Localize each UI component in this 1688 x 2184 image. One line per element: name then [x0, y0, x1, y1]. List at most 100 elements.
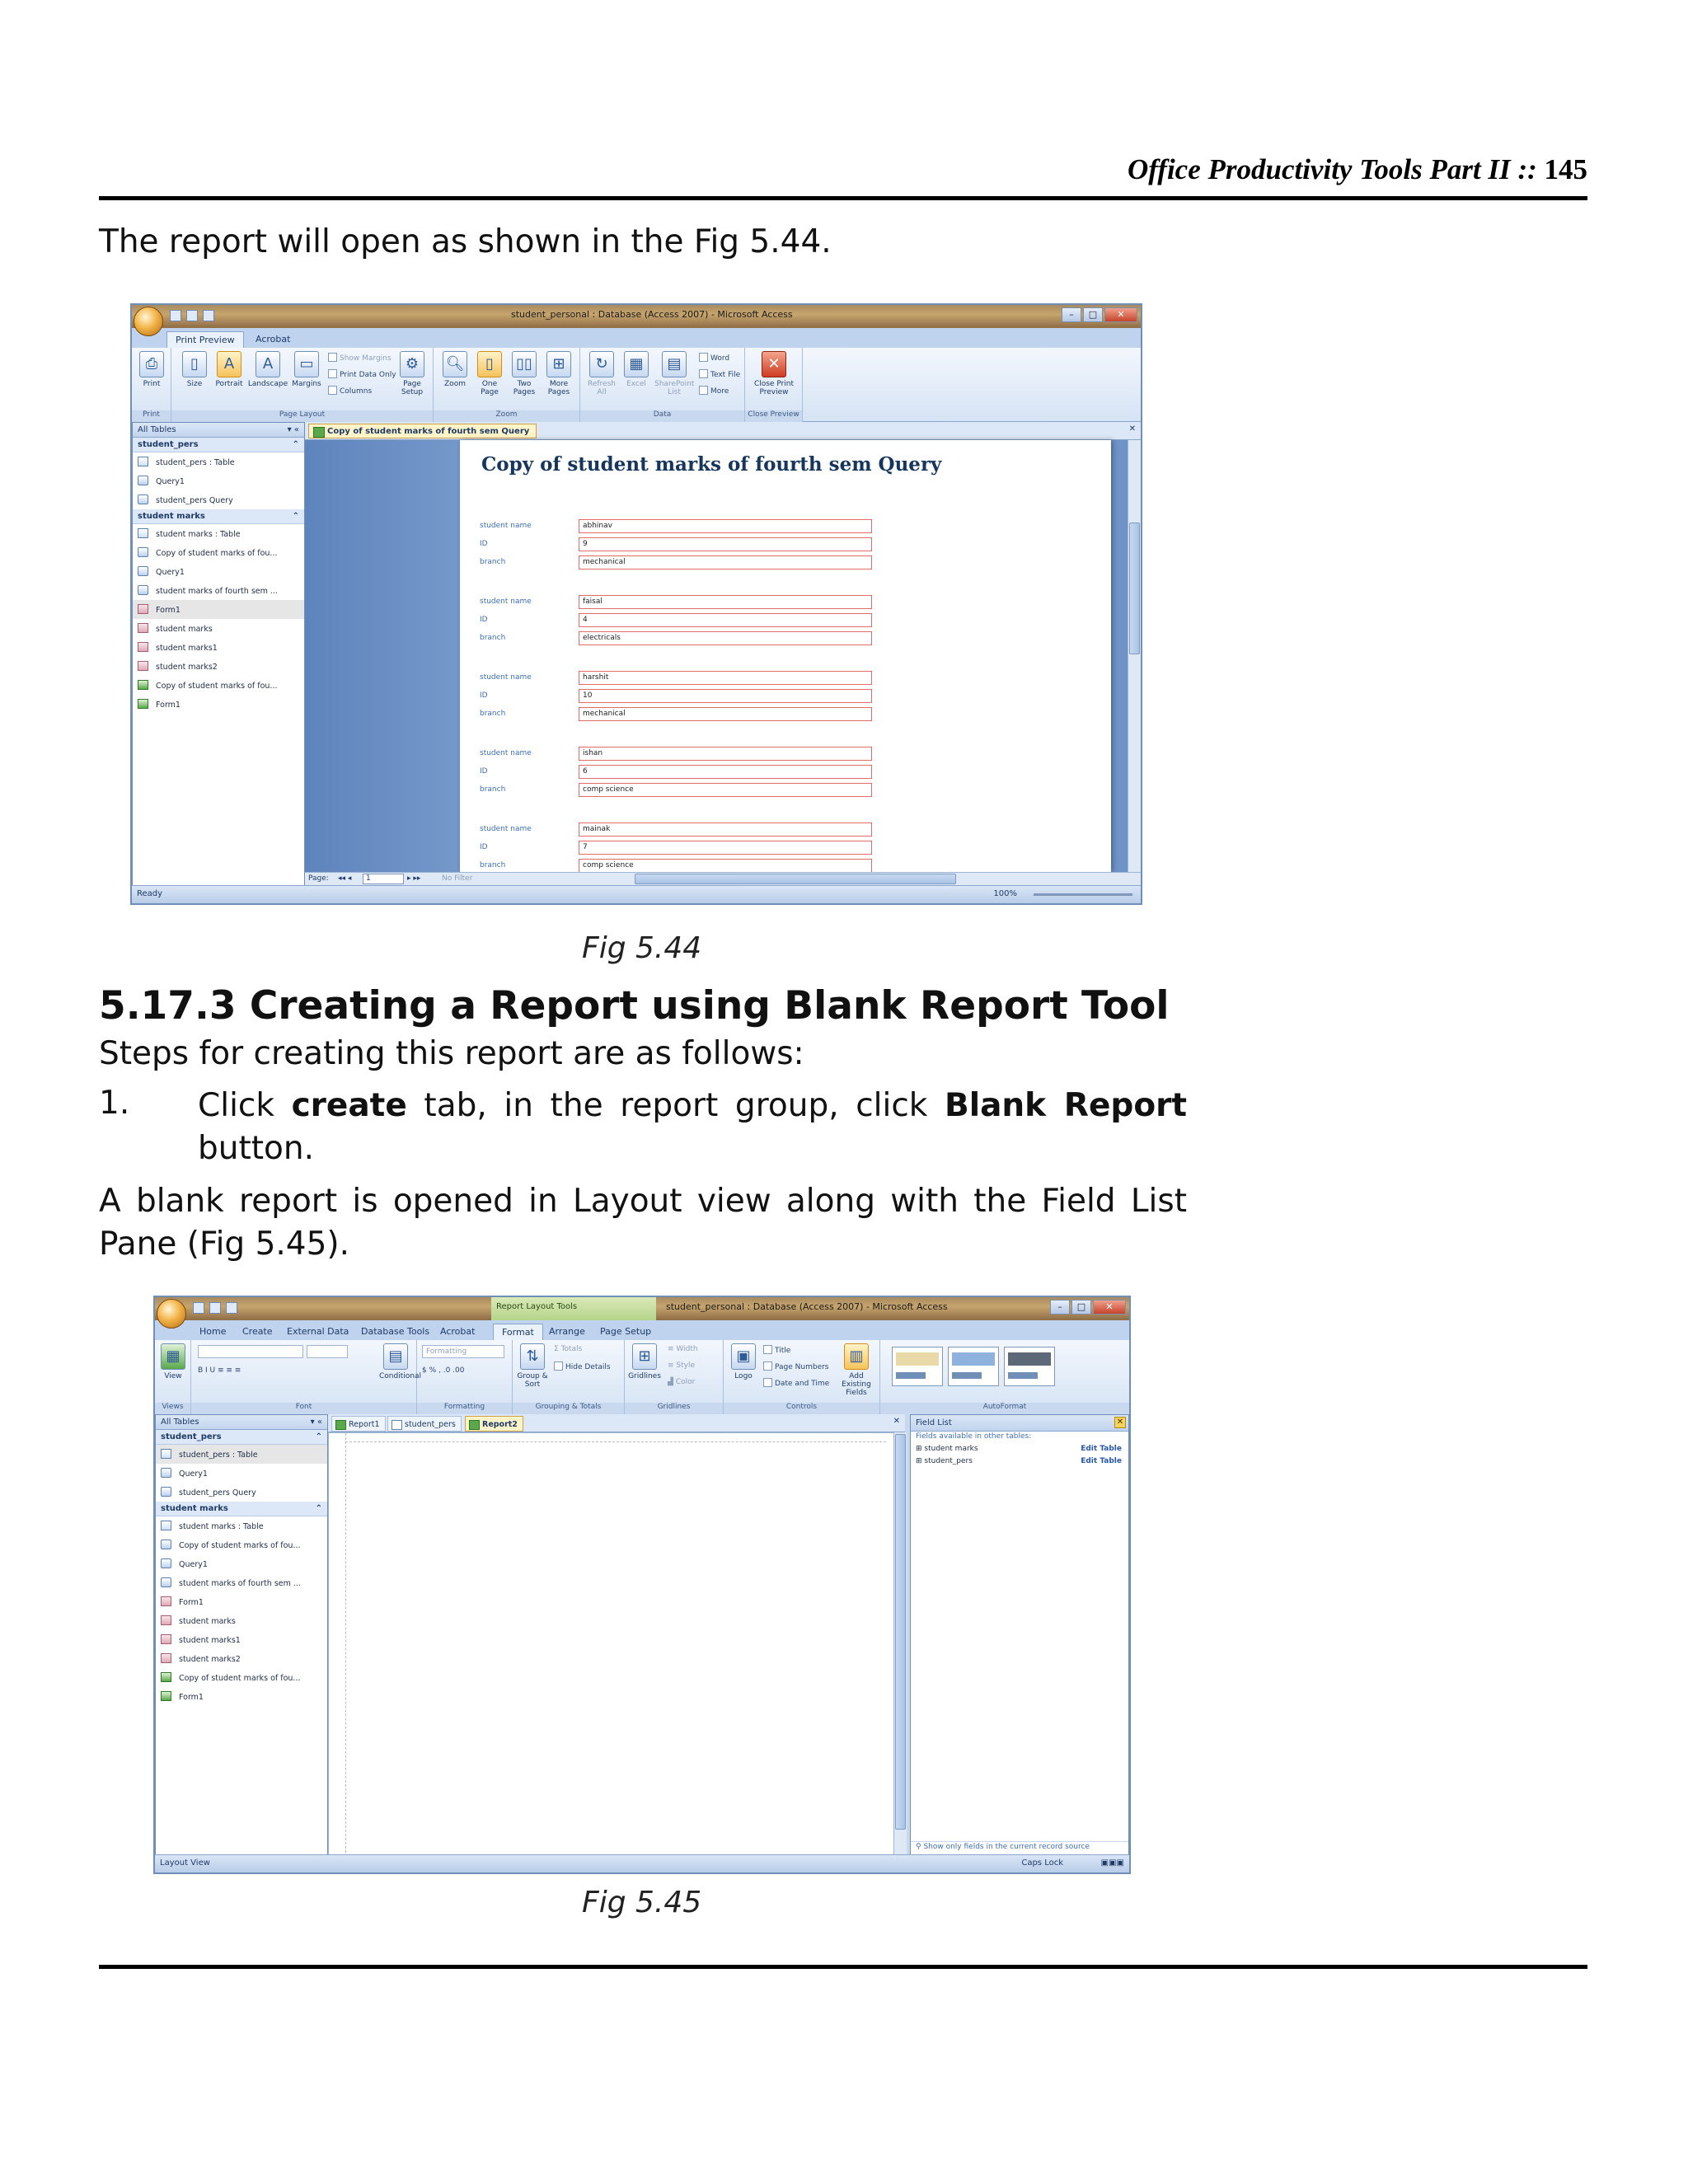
nav-item[interactable]: student_pers : Table [133, 452, 304, 471]
nav-item[interactable]: student marks1 [156, 1630, 327, 1649]
tab-format[interactable]: Format [493, 1324, 543, 1340]
field-value[interactable]: 6 [579, 765, 872, 779]
nav-group-student-pers[interactable]: student_pers ⌃ [156, 1430, 327, 1445]
edit-table-link[interactable]: Edit Table [1081, 1445, 1122, 1453]
nav-item[interactable]: student marks [156, 1611, 327, 1630]
field-value[interactable]: 9 [579, 537, 872, 551]
tab-student-pers[interactable]: student_pers [387, 1416, 462, 1432]
close-button[interactable]: ✕ [1104, 307, 1137, 322]
bold-italic-underline-buttons[interactable]: B I U ≡ ≡ ≡ [198, 1366, 241, 1375]
save-icon[interactable] [193, 1302, 204, 1314]
formatting-select[interactable]: Formatting [422, 1345, 504, 1358]
autoformat-option[interactable] [892, 1347, 943, 1386]
view-button[interactable]: ▦ View [157, 1343, 190, 1380]
sharepoint-list-button[interactable]: ▤ SharePoint List [654, 351, 694, 396]
field-value[interactable]: comp science [579, 859, 872, 873]
columns-button[interactable]: Columns [328, 386, 372, 396]
field-value[interactable]: comp science [579, 783, 872, 797]
size-button[interactable]: ▯ Size [178, 351, 211, 388]
office-button[interactable] [134, 307, 163, 336]
redo-icon[interactable] [226, 1302, 237, 1314]
close-print-preview-button[interactable]: ✕ Close Print Preview [753, 351, 795, 396]
font-size-select[interactable] [307, 1345, 348, 1358]
nav-pane-header[interactable]: All Tables ▾ « [133, 423, 304, 438]
tab-report1[interactable]: Report1 [331, 1416, 386, 1432]
nav-item[interactable]: Copy of student marks of fou... [156, 1535, 327, 1554]
show-only-current-fields-link[interactable]: ⚲ Show only fields in the current record… [911, 1841, 1128, 1854]
nav-group-student-marks[interactable]: student marks ⌃ [156, 1502, 327, 1516]
tab-database-tools[interactable]: Database Tools [353, 1324, 438, 1340]
field-list-table[interactable]: ⊞ student marks Edit Table [911, 1444, 1128, 1456]
nav-item[interactable]: Form1 [156, 1687, 327, 1706]
margins-button[interactable]: ▭ Margins [290, 351, 323, 388]
horizontal-scroll-thumb[interactable] [635, 874, 956, 884]
nav-item[interactable]: Query1 [156, 1554, 327, 1573]
nav-item[interactable]: Query1 [133, 562, 304, 581]
zoom-slider[interactable] [1034, 893, 1132, 896]
tab-print-preview[interactable]: Print Preview [166, 331, 244, 348]
field-value[interactable]: abhinav [579, 519, 872, 533]
scroll-thumb[interactable] [1129, 523, 1140, 654]
page-setup-button[interactable]: ⚙ Page Setup [396, 351, 429, 396]
nav-item[interactable]: Query1 [133, 471, 304, 490]
date-time-button[interactable]: Date and Time [763, 1378, 829, 1388]
more-export-button[interactable]: More [699, 386, 729, 396]
tab-acrobat[interactable]: Acrobat [247, 331, 298, 348]
nav-item[interactable]: student marks : Table [133, 524, 304, 543]
nav-item-selected[interactable]: student_pers : Table [156, 1445, 327, 1464]
undo-icon[interactable] [209, 1302, 221, 1314]
more-pages-button[interactable]: ⊞ More Pages [542, 351, 575, 396]
minimize-button[interactable]: – [1062, 307, 1081, 322]
nav-item[interactable]: Form1 [133, 695, 304, 714]
print-data-only-checkbox[interactable]: Print Data Only [328, 369, 396, 379]
field-value[interactable]: 4 [579, 613, 872, 627]
first-page-icon[interactable]: ◂◂ ◂ [338, 874, 351, 883]
two-pages-button[interactable]: ▯▯ Two Pages [508, 351, 541, 396]
tab-home[interactable]: Home [191, 1324, 234, 1340]
width-button[interactable]: ≡ Width [668, 1345, 698, 1353]
field-value[interactable]: mechanical [579, 555, 872, 569]
undo-icon[interactable] [186, 310, 198, 321]
autoformat-option[interactable] [1004, 1347, 1055, 1386]
nav-item[interactable]: student marks of fourth sem ... [133, 581, 304, 600]
text-file-export-button[interactable]: Text File [699, 369, 740, 379]
nav-item[interactable]: student marks of fourth sem ... [156, 1573, 327, 1592]
close-document-icon[interactable]: ✕ [1129, 424, 1136, 434]
excel-export-button[interactable]: ▦ Excel [620, 351, 653, 388]
field-value[interactable]: mainak [579, 823, 872, 837]
nav-item[interactable]: Form1 [156, 1592, 327, 1611]
minimize-button[interactable]: – [1050, 1300, 1070, 1315]
group-sort-button[interactable]: ⇅ Group & Sort [516, 1343, 549, 1389]
nav-pane-header[interactable]: All Tables ▾ « [156, 1415, 327, 1430]
field-value[interactable]: faisal [579, 595, 872, 609]
nav-item[interactable]: Copy of student marks of fou... [133, 676, 304, 695]
page-numbers-button[interactable]: Page Numbers [763, 1361, 829, 1371]
scroll-thumb[interactable] [895, 1434, 906, 1830]
nav-item[interactable]: Copy of student marks of fou... [133, 543, 304, 562]
logo-button[interactable]: ▣ Logo [727, 1343, 760, 1380]
print-button[interactable]: ⎙ Print [135, 351, 168, 388]
save-icon[interactable] [170, 310, 181, 321]
zoom-button[interactable]: 🔍︎ Zoom [438, 351, 471, 388]
font-name-select[interactable] [198, 1345, 303, 1358]
redo-icon[interactable] [203, 310, 214, 321]
nav-item[interactable]: student marks [133, 619, 304, 638]
close-document-icon[interactable]: ✕ [893, 1417, 900, 1426]
nav-group-student-marks[interactable]: student marks ⌃ [133, 509, 304, 524]
field-value[interactable]: mechanical [579, 707, 872, 721]
field-value[interactable]: 7 [579, 841, 872, 855]
add-existing-fields-button[interactable]: ▥ Add Existing Fields [836, 1343, 877, 1397]
field-value[interactable]: electricals [579, 631, 872, 645]
field-value[interactable]: 10 [579, 689, 872, 703]
style-button[interactable]: ≡ Style [668, 1361, 695, 1370]
blank-report-canvas[interactable] [328, 1432, 895, 1858]
close-field-list-icon[interactable]: ✕ [1114, 1417, 1126, 1428]
nav-item[interactable]: student marks1 [133, 638, 304, 657]
no-filter-indicator[interactable]: No Filter [442, 874, 472, 883]
nav-group-student-pers[interactable]: student_pers ⌃ [133, 438, 304, 452]
tab-arrange[interactable]: Arrange [541, 1324, 593, 1340]
nav-item[interactable]: student marks2 [133, 657, 304, 676]
color-button[interactable]: ▟ Color [668, 1378, 695, 1386]
refresh-all-button[interactable]: ↻ Refresh All [585, 351, 618, 396]
totals-button[interactable]: Σ Totals [554, 1345, 582, 1353]
